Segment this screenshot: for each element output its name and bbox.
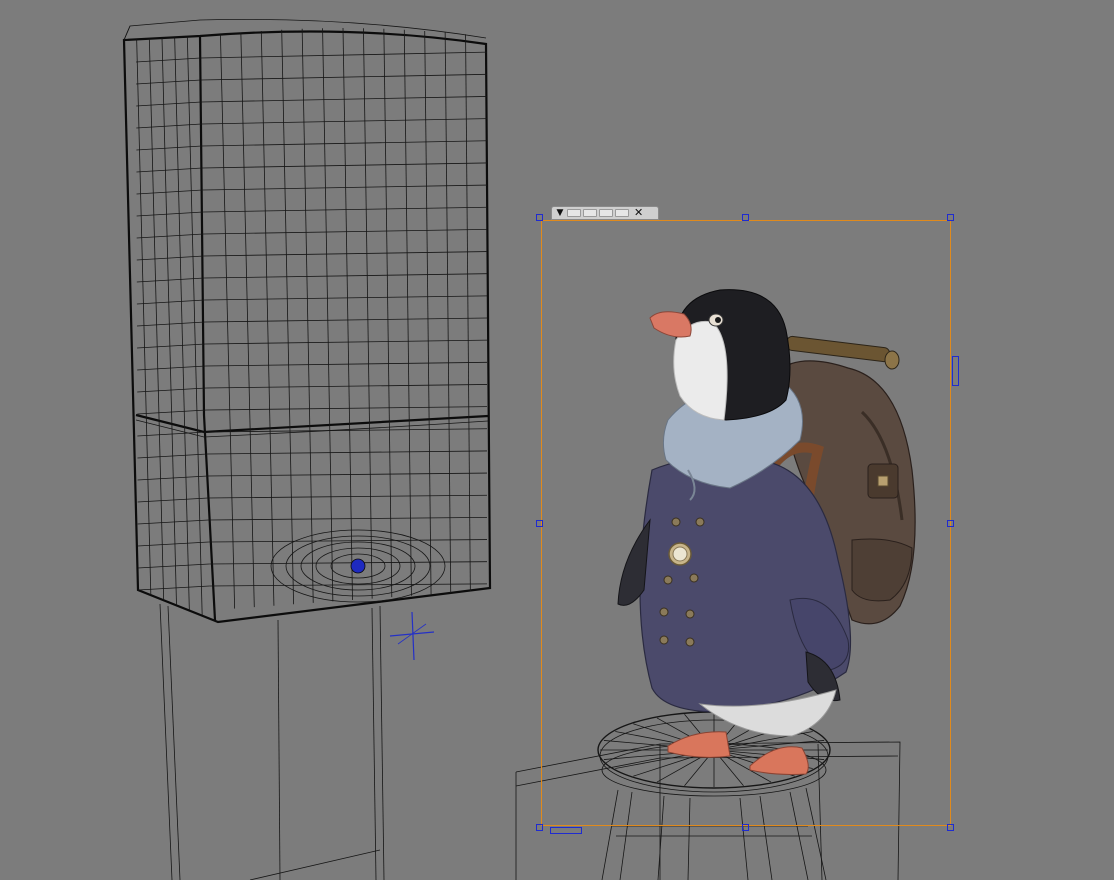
vertex-selection-dot[interactable] [350,558,366,574]
region-scrollbar-horizontal[interactable] [550,827,582,834]
toolbar-menu-icon[interactable]: ▼ [555,207,565,219]
close-icon[interactable]: ✕ [634,207,643,219]
ipr-render-region[interactable] [536,214,959,834]
region-handle-top[interactable] [742,214,749,221]
ipr-toolbar: ▼ ✕ [551,206,659,220]
3d-viewport[interactable]: ▼ ✕ [0,0,1114,880]
region-handle-top-left[interactable] [536,214,543,221]
toolbar-button-2[interactable] [583,209,597,217]
region-handle-bottom[interactable] [742,824,749,831]
region-handle-top-right[interactable] [947,214,954,221]
cabinet-stand-wireframe[interactable] [159,603,385,880]
region-handle-right[interactable] [947,520,954,527]
cabinet-wireframe[interactable] [122,18,492,624]
region-handle-bottom-right[interactable] [947,824,954,831]
toolbar-button-4[interactable] [615,209,629,217]
move-locator-crosshair[interactable] [389,611,435,661]
toolbar-button-1[interactable] [567,209,581,217]
region-handle-bottom-left[interactable] [536,824,543,831]
region-handle-left[interactable] [536,520,543,527]
region-scrollbar-vertical[interactable] [952,356,959,386]
toolbar-button-3[interactable] [599,209,613,217]
